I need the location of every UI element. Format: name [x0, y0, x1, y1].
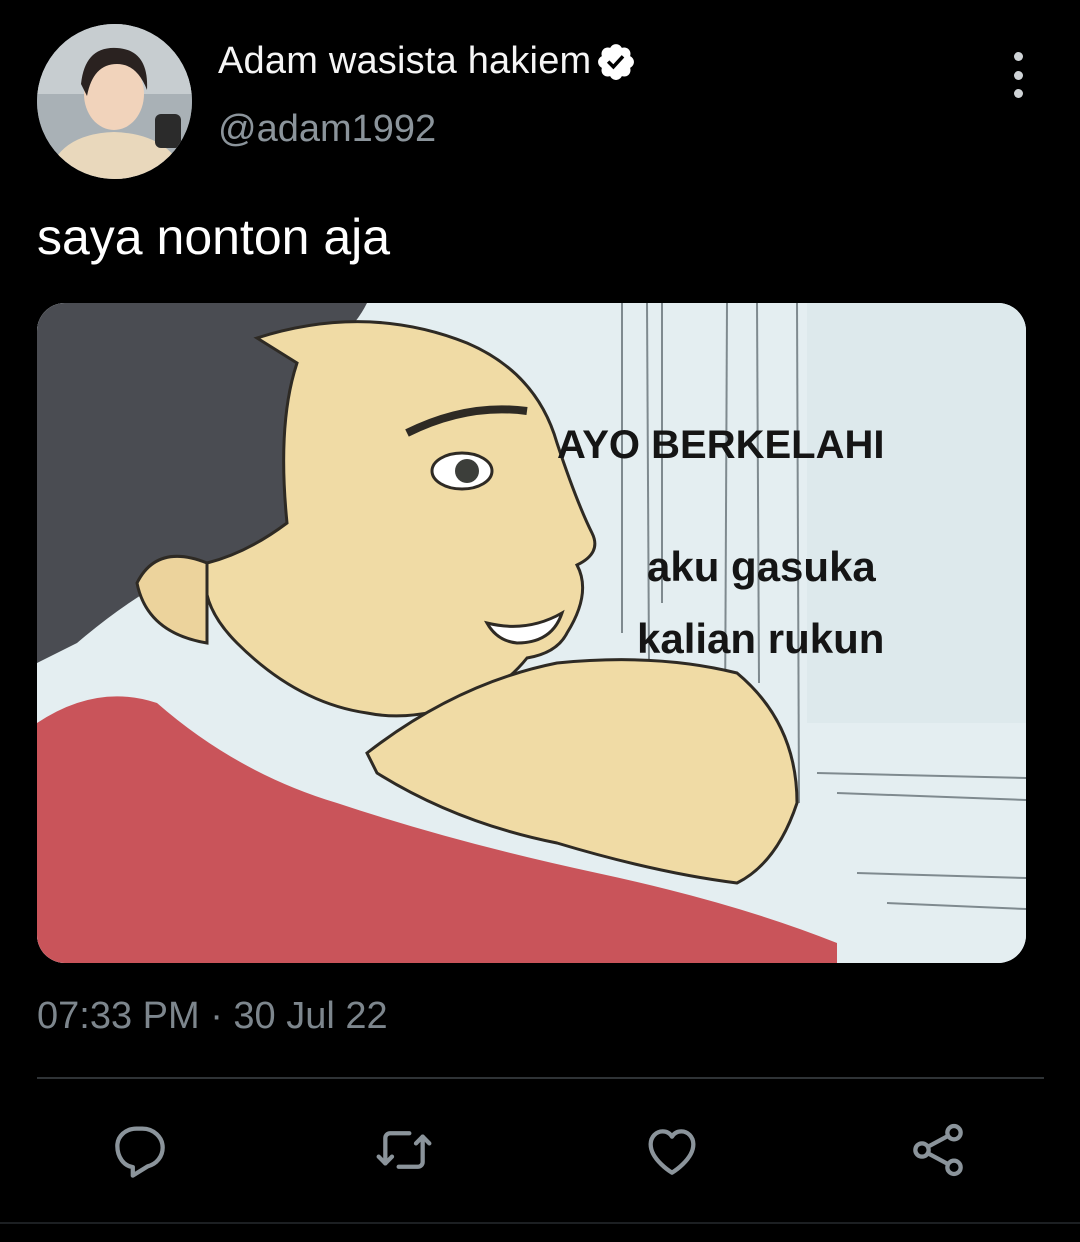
verified-badge-icon	[598, 43, 635, 80]
reply-button[interactable]	[108, 1118, 172, 1182]
retweet-icon	[376, 1131, 432, 1169]
bottom-divider	[0, 1222, 1080, 1224]
share-icon	[913, 1123, 963, 1177]
action-bar	[0, 1118, 1080, 1188]
avatar-image	[37, 24, 192, 179]
tweet-text: saya nonton aja	[37, 209, 391, 265]
meme-caption-line1: aku gasuka	[647, 543, 876, 590]
tweet-media[interactable]: AYO BERKELAHI aku gasuka kalian rukun	[37, 303, 1026, 963]
tweet-timestamp[interactable]: 07:33 PM · 30 Jul 22	[37, 995, 388, 1038]
meme-caption-top: AYO BERKELAHI	[557, 423, 885, 467]
like-button[interactable]	[640, 1118, 704, 1182]
meme-caption-line2: kalian rukun	[637, 615, 885, 662]
share-button[interactable]	[906, 1118, 970, 1182]
author-row[interactable]: Adam wasista hakiem	[218, 40, 637, 83]
reply-icon	[115, 1126, 165, 1178]
author-name[interactable]: Adam wasista hakiem	[218, 40, 591, 83]
avatar[interactable]	[37, 24, 192, 179]
author-handle[interactable]: @adam1992	[218, 108, 436, 151]
divider	[37, 1077, 1044, 1079]
more-vertical-icon[interactable]	[1000, 52, 1036, 98]
retweet-button[interactable]	[372, 1118, 436, 1182]
like-icon	[648, 1129, 696, 1175]
